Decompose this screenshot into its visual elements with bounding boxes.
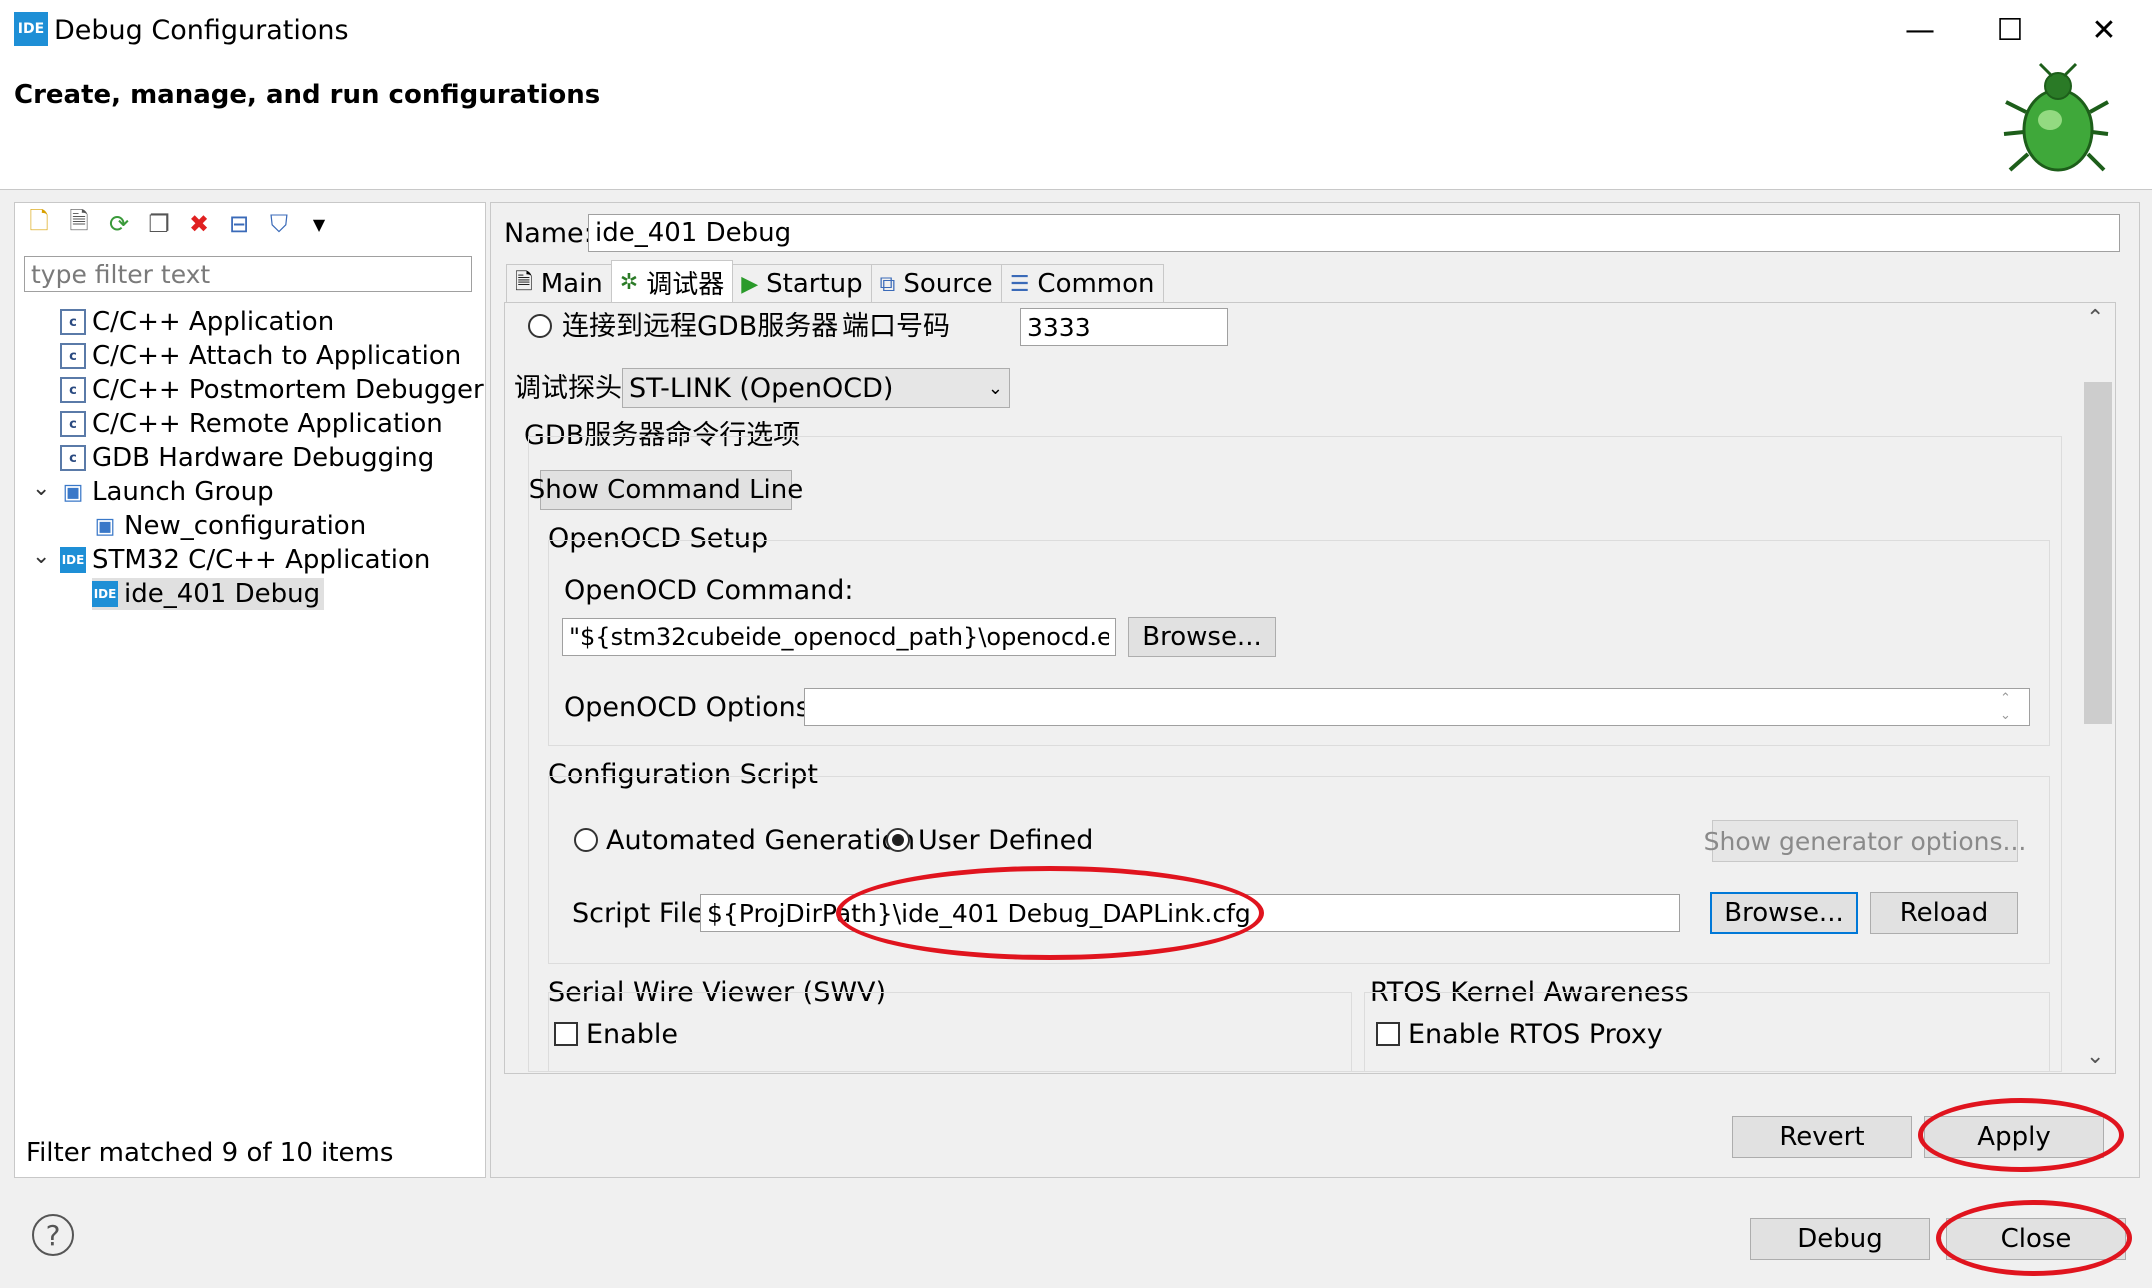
tree-item-cpp-postmortem[interactable]: c C/C++ Postmortem Debugger bbox=[60, 374, 484, 406]
configuration-script-group bbox=[548, 776, 2050, 964]
tree-item-gdb-hardware[interactable]: c GDB Hardware Debugging bbox=[60, 442, 434, 474]
help-icon[interactable]: ? bbox=[32, 1214, 74, 1256]
apply-annotation-ring bbox=[1918, 1098, 2124, 1172]
options-spinner-icon[interactable]: ⌃ ⌄ bbox=[2000, 690, 2011, 724]
chevron-down-icon: ⌄ bbox=[987, 377, 1003, 399]
openocd-command-label: OpenOCD Command: bbox=[564, 575, 854, 606]
tab-debugger[interactable]: ✲ 调试器 bbox=[610, 260, 734, 303]
tree-item-stm32-application[interactable]: IDE STM32 C/C++ Application bbox=[60, 544, 430, 576]
config-tabs: 🗎 Main ✲ 调试器 ▶ Startup ⧉ Source ☰ Common bbox=[506, 260, 1164, 303]
chevron-down-icon[interactable]: ⌄ bbox=[32, 544, 50, 569]
c-config-icon: c bbox=[60, 309, 86, 335]
user-defined-radio[interactable] bbox=[886, 828, 910, 852]
tab-startup[interactable]: ▶ Startup bbox=[732, 264, 872, 303]
name-label: Name: bbox=[504, 218, 593, 249]
port-label: 端口号码 bbox=[842, 311, 950, 342]
name-input[interactable] bbox=[588, 214, 2120, 252]
automated-generation-label: Automated Generation bbox=[606, 825, 916, 856]
app-icon: IDE bbox=[14, 12, 48, 46]
openocd-options-input[interactable] bbox=[804, 688, 2030, 726]
ide-icon: IDE bbox=[92, 581, 118, 607]
tree-item-launch-group[interactable]: ▣ Launch Group bbox=[60, 476, 274, 508]
tree-item-new-configuration[interactable]: ▣ New_configuration bbox=[92, 510, 367, 542]
c-config-icon: c bbox=[60, 445, 86, 471]
common-tab-icon: ☰ bbox=[1009, 271, 1030, 297]
dropdown-icon[interactable]: ▼ bbox=[302, 207, 336, 241]
c-config-icon: c bbox=[60, 411, 86, 437]
user-defined-label: User Defined bbox=[918, 825, 1094, 856]
debugger-tab-icon: ✲ bbox=[619, 269, 639, 295]
tab-main[interactable]: 🗎 Main bbox=[506, 264, 612, 303]
probe-select[interactable]: ST-LINK (OpenOCD) ⌄ bbox=[622, 368, 1010, 408]
openocd-options-label: OpenOCD Options : bbox=[564, 692, 828, 723]
startup-tab-icon: ▶ bbox=[741, 271, 759, 297]
revert-button[interactable]: Revert bbox=[1732, 1116, 1912, 1158]
ide-icon: IDE bbox=[60, 547, 86, 573]
reload-button[interactable]: Reload bbox=[1870, 892, 2018, 934]
show-command-line-button[interactable]: Show Command Line bbox=[529, 470, 803, 510]
chevron-down-icon[interactable]: ⌄ bbox=[32, 476, 50, 501]
collapse-all-icon[interactable]: ⊟ bbox=[222, 207, 256, 241]
filter-icon[interactable]: ⛉ bbox=[262, 207, 296, 241]
browse-script-button[interactable]: Browse... bbox=[1710, 892, 1858, 934]
window-title: Debug Configurations bbox=[54, 15, 349, 46]
tree-item-cpp-application[interactable]: c C/C++ Application bbox=[60, 306, 334, 338]
tree-item-ide-401-debug[interactable]: IDE ide_401 Debug bbox=[92, 578, 325, 610]
close-window-button[interactable]: ✕ bbox=[2074, 8, 2134, 52]
tree-item-cpp-attach[interactable]: c C/C++ Attach to Application bbox=[60, 340, 461, 372]
new-config-icon[interactable]: 🗋 bbox=[22, 207, 56, 241]
minimize-button[interactable]: — bbox=[1890, 8, 1950, 52]
swv-enable-label: Enable bbox=[586, 1019, 678, 1050]
delete-icon[interactable]: ✖ bbox=[182, 207, 216, 241]
new-prototype-icon[interactable]: 🗎 bbox=[62, 207, 96, 241]
c-config-icon: c bbox=[60, 377, 86, 403]
export-icon[interactable]: ⟳ bbox=[102, 207, 136, 241]
script-file-label: Script File: bbox=[572, 898, 714, 929]
close-annotation-ring bbox=[1936, 1200, 2132, 1276]
launch-group-icon: ▣ bbox=[62, 479, 84, 505]
main-tab-icon: 🗎 bbox=[515, 270, 533, 295]
port-input[interactable] bbox=[1020, 308, 1228, 346]
tree-toolbar: 🗋 🗎 ⟳ ❐ ✖ ⊟ ⛉ ▼ bbox=[22, 206, 336, 242]
launch-config-icon: ▣ bbox=[94, 513, 116, 539]
filter-status: Filter matched 9 of 10 items bbox=[26, 1138, 394, 1168]
scroll-down-icon[interactable]: ⌄ bbox=[2086, 1044, 2104, 1069]
debug-button[interactable]: Debug bbox=[1750, 1218, 1930, 1260]
rtos-enable-label: Enable RTOS Proxy bbox=[1408, 1019, 1663, 1050]
scrollbar-thumb[interactable] bbox=[2084, 382, 2112, 724]
probe-label: 调试探头 bbox=[514, 373, 622, 404]
bug-icon bbox=[2003, 62, 2109, 172]
tab-source[interactable]: ⧉ Source bbox=[870, 264, 1002, 303]
tab-common[interactable]: ☰ Common bbox=[1000, 264, 1164, 303]
c-config-icon: c bbox=[60, 343, 86, 369]
duplicate-icon[interactable]: ❐ bbox=[142, 207, 176, 241]
browse-openocd-button[interactable]: Browse... bbox=[1128, 617, 1276, 657]
remote-gdb-radio[interactable] bbox=[528, 314, 552, 338]
automated-generation-radio[interactable] bbox=[574, 828, 598, 852]
dialog-header bbox=[0, 58, 2152, 190]
header-title: Create, manage, and run configurations bbox=[14, 80, 601, 110]
source-tab-icon: ⧉ bbox=[879, 271, 896, 297]
swv-enable-checkbox[interactable] bbox=[554, 1022, 578, 1046]
tree-item-cpp-remote[interactable]: c C/C++ Remote Application bbox=[60, 408, 443, 440]
filter-input[interactable] bbox=[24, 256, 472, 292]
script-file-annotation-ring bbox=[836, 866, 1264, 960]
openocd-command-input[interactable] bbox=[562, 618, 1116, 656]
show-generator-options-button[interactable]: Show generator options... bbox=[1704, 820, 2026, 862]
maximize-button[interactable]: ☐ bbox=[1980, 8, 2040, 52]
rtos-enable-checkbox[interactable] bbox=[1376, 1022, 1400, 1046]
remote-gdb-label: 连接到远程GDB服务器 bbox=[562, 311, 839, 342]
scroll-up-icon[interactable]: ⌃ bbox=[2086, 306, 2104, 331]
